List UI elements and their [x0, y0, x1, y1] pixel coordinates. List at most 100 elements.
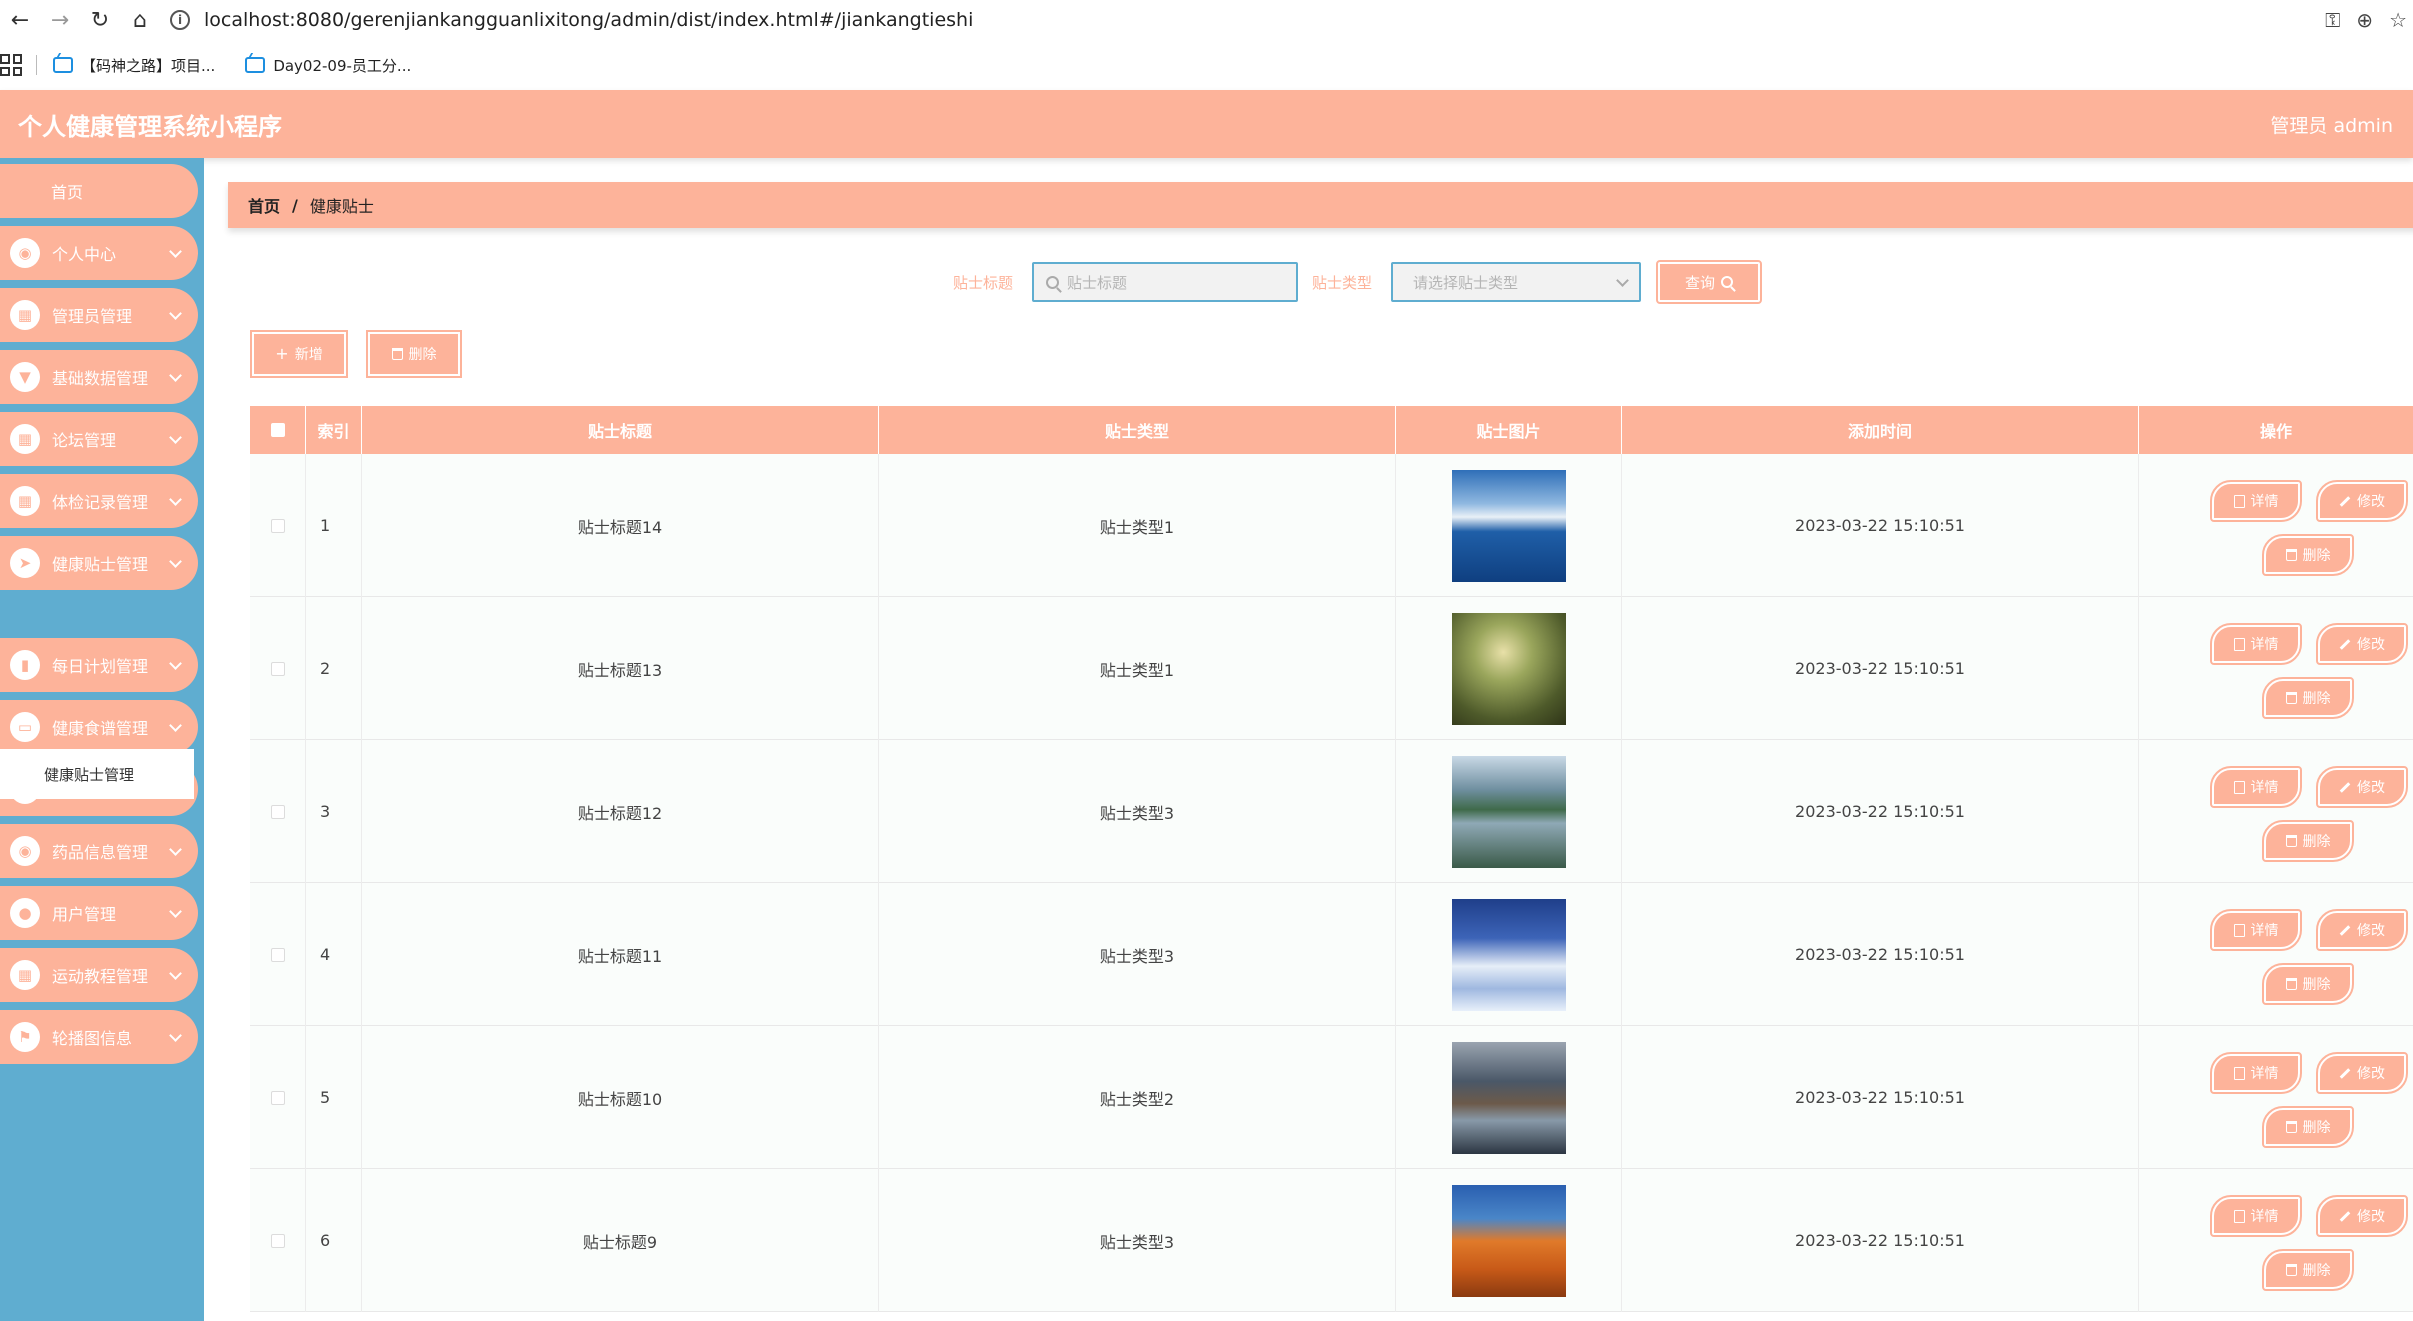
sidebar-item-3[interactable]: ▼ 基础数据管理: [0, 350, 198, 404]
edit-button[interactable]: 修改: [2316, 480, 2408, 522]
user-icon: ◉: [10, 836, 40, 866]
breadcrumb-home[interactable]: 首页: [248, 193, 280, 217]
tip-image[interactable]: [1451, 469, 1566, 582]
bar-chart-icon: ▮: [10, 650, 40, 680]
row-checkbox[interactable]: [270, 947, 285, 962]
cell-type: 贴士类型3: [879, 740, 1396, 883]
title-search-input[interactable]: 贴士标题: [1032, 262, 1298, 302]
cell-title: 贴士标题9: [362, 1169, 879, 1312]
detail-button[interactable]: 详情: [2210, 623, 2302, 665]
back-icon[interactable]: ←: [0, 0, 40, 40]
cell-title: 贴士标题11: [362, 883, 879, 1026]
delete-button[interactable]: 删除: [2262, 1106, 2354, 1148]
tip-image[interactable]: [1451, 1184, 1566, 1297]
cell-time: 2023-03-22 15:10:51: [1622, 883, 2139, 1026]
detail-button[interactable]: 详情: [2210, 909, 2302, 951]
row-checkbox[interactable]: [270, 518, 285, 533]
zoom-icon[interactable]: ⊕: [2356, 8, 2373, 32]
row-checkbox-cell[interactable]: [250, 1169, 306, 1312]
delete-button-label: 删除: [2302, 834, 2331, 850]
sidebar-item-4[interactable]: ▦ 论坛管理: [0, 412, 198, 466]
edit-button[interactable]: 修改: [2316, 1052, 2408, 1094]
row-checkbox-cell[interactable]: [250, 883, 306, 1026]
sidebar-item-label: 健康食谱管理: [52, 719, 149, 738]
sidebar-item-10[interactable]: ◉ 药品信息管理: [0, 824, 198, 878]
sidebar-item-12[interactable]: ▦ 运动教程管理: [0, 948, 198, 1002]
reload-icon[interactable]: ↻: [80, 0, 120, 40]
table-row: 3 贴士标题12 贴士类型3 2023-03-22 15:10:51 详情 修改 删除: [250, 740, 2413, 883]
chevron-down-icon: [168, 968, 182, 982]
tip-image[interactable]: [1451, 898, 1566, 1011]
edit-icon: [2339, 781, 2351, 793]
breadcrumb-separator: /: [292, 195, 298, 215]
delete-button[interactable]: 删除: [2262, 677, 2354, 719]
edit-icon: [2339, 924, 2351, 936]
bilibili-icon: [53, 57, 73, 73]
sidebar-item-label: 基础数据管理: [52, 369, 149, 388]
sidebar-item-5[interactable]: ▦ 体检记录管理: [0, 474, 198, 528]
sidebar-item-home[interactable]: 首页: [0, 164, 198, 218]
delete-button[interactable]: 删除: [2262, 534, 2354, 576]
delete-button-label: 删除: [2302, 691, 2331, 707]
row-checkbox[interactable]: [270, 1233, 285, 1248]
cell-index: 6: [306, 1169, 362, 1312]
edit-button-label: 修改: [2357, 637, 2385, 653]
batch-delete-button[interactable]: 删除: [366, 330, 462, 378]
sidebar-item-13[interactable]: ⚑ 轮播图信息: [0, 1010, 198, 1064]
edit-button[interactable]: 修改: [2316, 766, 2408, 808]
edit-button[interactable]: 修改: [2316, 909, 2408, 951]
trash-icon: [2285, 692, 2297, 704]
select-all-checkbox-cell[interactable]: [250, 406, 306, 454]
detail-button[interactable]: 详情: [2210, 766, 2302, 808]
row-checkbox[interactable]: [270, 804, 285, 819]
detail-button[interactable]: 详情: [2210, 1052, 2302, 1094]
key-icon[interactable]: ⚿: [2325, 8, 2340, 32]
tip-image[interactable]: [1451, 612, 1566, 725]
detail-button[interactable]: 详情: [2210, 1195, 2302, 1237]
delete-button[interactable]: 删除: [2262, 1249, 2354, 1291]
add-button[interactable]: + 新增: [250, 330, 348, 378]
document-icon: [2233, 923, 2245, 937]
sidebar-item-11[interactable]: ● 用户管理: [0, 886, 198, 940]
cell-title: 贴士标题13: [362, 597, 879, 740]
detail-button[interactable]: 详情: [2210, 480, 2302, 522]
funnel-icon: ▼: [10, 362, 40, 392]
edit-button-label: 修改: [2357, 494, 2385, 510]
sidebar-item-7[interactable]: ▮ 每日计划管理: [0, 638, 198, 692]
delete-button[interactable]: 删除: [2262, 963, 2354, 1005]
apps-icon[interactable]: [0, 54, 22, 76]
table-row: 1 贴士标题14 贴士类型1 2023-03-22 15:10:51 详情 修改 删除: [250, 454, 2413, 597]
tip-image[interactable]: [1451, 755, 1566, 868]
star-icon[interactable]: ☆: [2389, 8, 2407, 32]
browser-toolbar: ← → ↻ ⌂ i localhost:8080/gerenjiankanggu…: [0, 0, 2413, 40]
submenu-item-health-tips[interactable]: 健康贴士管理: [0, 749, 194, 799]
forward-icon[interactable]: →: [40, 0, 80, 40]
address-bar[interactable]: i localhost:8080/gerenjiankangguanlixito…: [170, 5, 2325, 35]
tip-image[interactable]: [1451, 1041, 1566, 1154]
cell-index: 4: [306, 883, 362, 1026]
edit-button[interactable]: 修改: [2316, 623, 2408, 665]
row-checkbox-cell[interactable]: [250, 454, 306, 597]
admin-user-label[interactable]: 管理员 admin: [2270, 111, 2393, 138]
row-checkbox-cell[interactable]: [250, 740, 306, 883]
row-checkbox-cell[interactable]: [250, 1026, 306, 1169]
edit-button[interactable]: 修改: [2316, 1195, 2408, 1237]
home-icon[interactable]: ⌂: [120, 0, 160, 40]
sidebar-item-8[interactable]: ▭ 健康食谱管理: [0, 700, 198, 754]
document-icon: [2233, 780, 2245, 794]
bookmark-item[interactable]: Day02-09-员工分...: [245, 55, 411, 76]
bookmark-item[interactable]: 【码神之路】项目...: [53, 55, 215, 76]
delete-button[interactable]: 删除: [2262, 820, 2354, 862]
row-checkbox[interactable]: [270, 661, 285, 676]
detail-button-label: 详情: [2250, 494, 2279, 510]
detail-button-label: 详情: [2250, 1209, 2279, 1225]
type-select[interactable]: 请选择贴士类型: [1391, 262, 1641, 302]
row-checkbox-cell[interactable]: [250, 597, 306, 740]
edit-button-label: 修改: [2357, 780, 2385, 796]
site-info-icon[interactable]: i: [170, 10, 190, 30]
row-checkbox[interactable]: [270, 1090, 285, 1105]
sidebar-item-6[interactable]: ➤ 健康贴士管理: [0, 536, 198, 590]
table-row: 2 贴士标题13 贴士类型1 2023-03-22 15:10:51 详情 修改 删除: [250, 597, 2413, 740]
query-button[interactable]: 查询: [1656, 260, 1762, 304]
select-all-checkbox[interactable]: [270, 423, 285, 437]
